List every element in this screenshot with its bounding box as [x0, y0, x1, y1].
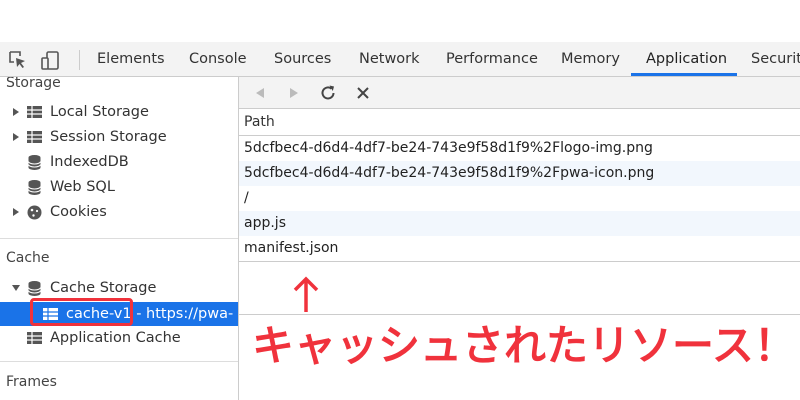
previous-page-icon[interactable]	[253, 86, 267, 100]
section-divider	[0, 361, 238, 362]
tab-memory[interactable]: Memory	[561, 42, 620, 76]
toolbar-separator	[79, 50, 80, 70]
inspect-element-icon[interactable]	[8, 50, 28, 70]
tab-console[interactable]: Console	[189, 42, 247, 76]
sidebar-item-label: Local Storage	[50, 104, 149, 120]
row-path: /	[244, 190, 249, 206]
table-bottom-border	[239, 261, 800, 262]
table-icon	[27, 106, 42, 118]
sidebar-item-label: Session Storage	[50, 129, 167, 145]
cookie-icon	[27, 205, 42, 220]
window-top-area	[0, 0, 800, 42]
storage-section-title: Storage	[6, 77, 61, 91]
sidebar-item-indexeddb[interactable]: IndexedDB	[0, 150, 238, 174]
table-row[interactable]: 5dcfbec4-d6d4-4df7-be24-743e9f58d1f9%2Fp…	[239, 161, 800, 186]
sidebar-item-local-storage[interactable]: Local Storage	[0, 100, 238, 124]
section-divider	[0, 238, 238, 239]
cache-toolbar	[239, 77, 800, 109]
tab-performance[interactable]: Performance	[446, 42, 538, 76]
tab-security[interactable]: Security	[751, 42, 800, 76]
annotation-highlight-box	[30, 298, 133, 326]
refresh-icon[interactable]	[319, 84, 337, 102]
table-icon	[27, 332, 42, 344]
row-path: manifest.json	[244, 240, 339, 256]
table-icon	[27, 131, 42, 143]
next-page-icon[interactable]	[287, 86, 301, 100]
database-icon	[28, 180, 41, 195]
row-path: 5dcfbec4-d6d4-4df7-be24-743e9f58d1f9%2Fl…	[244, 140, 653, 156]
annotation-text: キャッシュされたリソース！	[252, 321, 796, 370]
sidebar-item-label: Cookies	[50, 204, 107, 220]
collapse-arrow-icon[interactable]	[12, 285, 20, 291]
devtools-tab-bar: Elements Console Sources Network Perform…	[0, 42, 800, 77]
row-path: 5dcfbec4-d6d4-4df7-be24-743e9f58d1f9%2Fp…	[244, 165, 655, 181]
preview-pane-divider[interactable]	[239, 314, 800, 315]
application-sidebar: Storage Local Storage Session Storage In…	[0, 77, 238, 400]
table-row[interactable]: manifest.json	[239, 236, 800, 261]
tab-application[interactable]: Application	[646, 42, 727, 76]
table-row[interactable]: app.js	[239, 211, 800, 236]
tab-network[interactable]: Network	[359, 42, 420, 76]
expand-arrow-icon[interactable]	[13, 208, 19, 216]
sidebar-item-cookies[interactable]: Cookies	[0, 200, 238, 224]
table-header: Path	[239, 109, 800, 136]
sidebar-item-web-sql[interactable]: Web SQL	[0, 175, 238, 199]
active-tab-indicator	[631, 73, 737, 76]
database-icon	[28, 281, 41, 296]
delete-entry-icon[interactable]	[356, 86, 370, 100]
sidebar-item-label: Application Cache	[50, 330, 181, 346]
sidebar-item-label: Cache Storage	[50, 280, 157, 296]
annotation-up-arrow-icon	[293, 276, 319, 312]
device-toolbar-icon[interactable]	[40, 50, 62, 72]
sidebar-item-label: Web SQL	[50, 179, 115, 195]
column-header-path[interactable]: Path	[244, 114, 275, 130]
table-row[interactable]: /	[239, 186, 800, 211]
sidebar-item-session-storage[interactable]: Session Storage	[0, 125, 238, 149]
cache-section-title: Cache	[6, 250, 50, 266]
sidebar-item-application-cache[interactable]: Application Cache	[0, 326, 238, 350]
sidebar-item-cache-storage[interactable]: Cache Storage	[0, 276, 238, 300]
table-row[interactable]: 5dcfbec4-d6d4-4df7-be24-743e9f58d1f9%2Fl…	[239, 136, 800, 161]
row-path: app.js	[244, 215, 286, 231]
expand-arrow-icon[interactable]	[13, 133, 19, 141]
tab-elements[interactable]: Elements	[97, 42, 165, 76]
database-icon	[28, 155, 41, 170]
tab-sources[interactable]: Sources	[274, 42, 331, 76]
sidebar-item-label: IndexedDB	[50, 154, 129, 170]
frames-section-title: Frames	[6, 374, 57, 390]
expand-arrow-icon[interactable]	[13, 108, 19, 116]
